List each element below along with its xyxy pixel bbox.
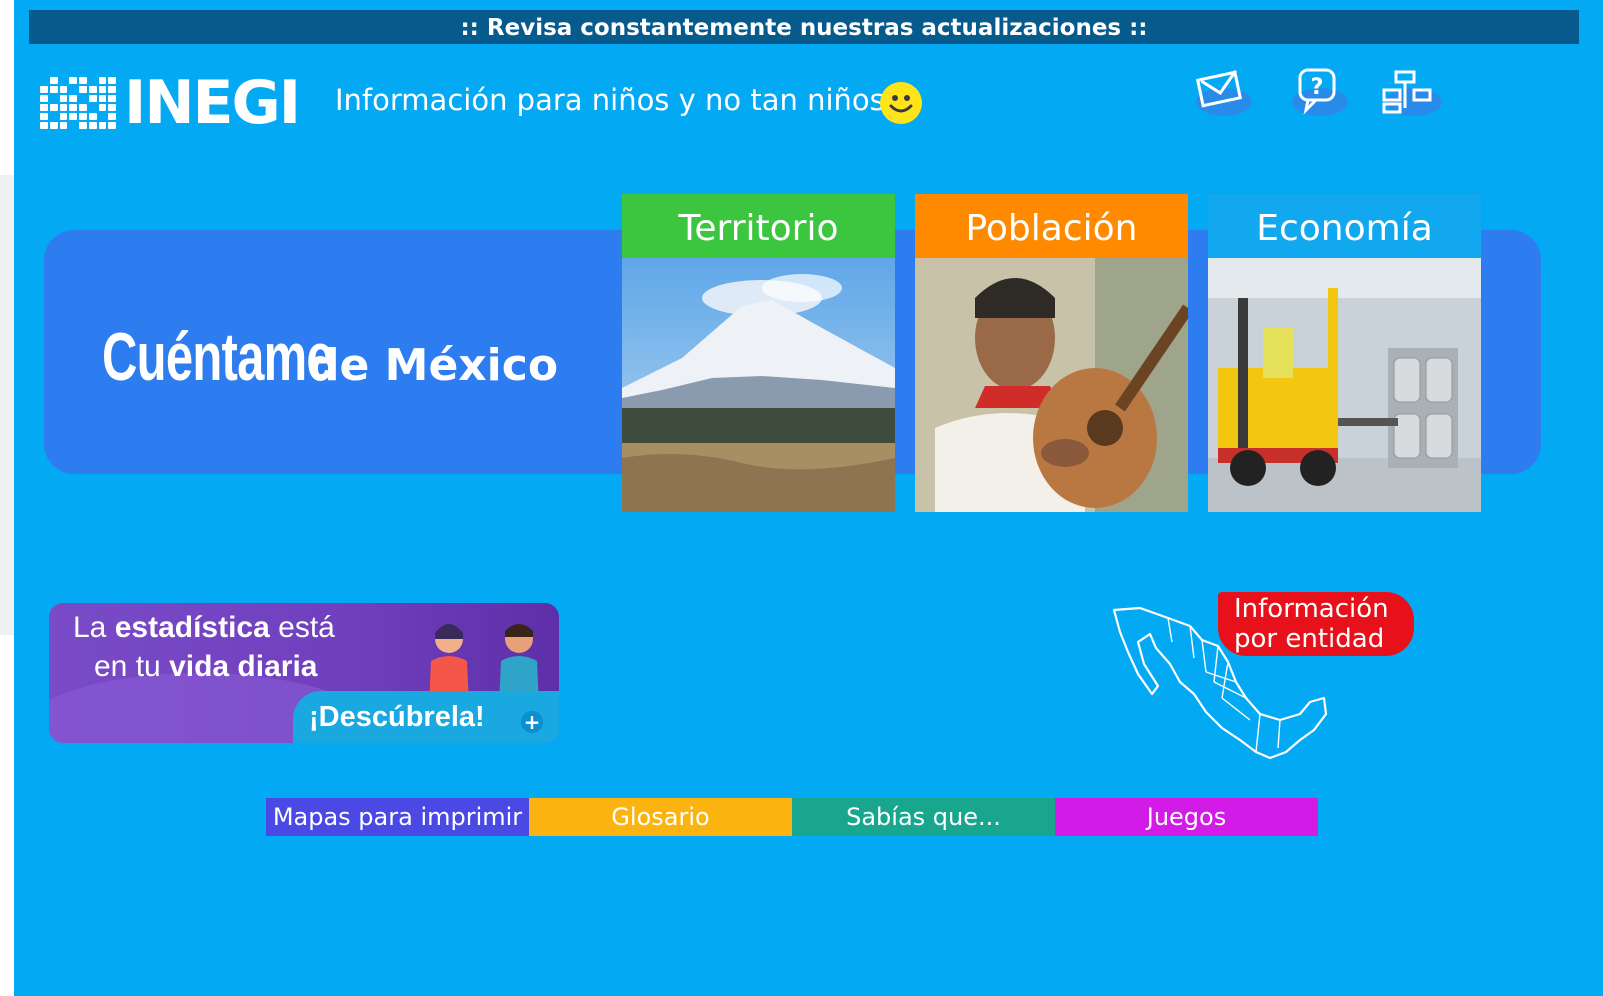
- nav-mapas-para-imprimir[interactable]: Mapas para imprimir: [266, 798, 529, 836]
- left-margin: [0, 0, 14, 996]
- bottom-nav: Mapas para imprimir Glosario Sabías que.…: [266, 798, 1318, 836]
- guitar-player-image: [915, 258, 1188, 512]
- descubrela-button[interactable]: ¡Descúbrela! +: [293, 691, 559, 743]
- descubrela-label: ¡Descúbrela!: [309, 701, 485, 733]
- cuentame-title[interactable]: Cuéntame de México: [102, 318, 558, 396]
- forklift-warehouse-image: [1208, 258, 1481, 512]
- sitemap-icon[interactable]: [1380, 66, 1444, 120]
- informacion-por-entidad[interactable]: Información por entidad: [1110, 592, 1430, 762]
- site-tagline: Información para niños y no tan niños: [335, 83, 885, 117]
- volcano-image: [622, 258, 895, 512]
- card-territorio-label: Territorio: [622, 194, 895, 258]
- smiley-icon: [880, 82, 922, 124]
- promo-line-1: La estadística está: [73, 611, 335, 644]
- inegi-logo-text: INEGI: [124, 68, 301, 138]
- nav-sabias-que[interactable]: Sabías que...: [792, 798, 1055, 836]
- help-icon[interactable]: ?: [1286, 66, 1350, 120]
- card-economia-label: Economía: [1208, 194, 1481, 258]
- estadistica-promo[interactable]: La estadística está en tu vida diaria ¡D…: [49, 603, 559, 743]
- plus-icon: +: [521, 711, 543, 733]
- cuentame-title-big: Cuéntame: [102, 319, 334, 395]
- inegi-logo-mark: [40, 77, 116, 129]
- card-poblacion-label: Población: [915, 194, 1188, 258]
- svg-text:?: ?: [1311, 75, 1324, 100]
- entidad-line-2: por entidad: [1234, 624, 1385, 654]
- card-poblacion[interactable]: Población: [915, 194, 1188, 512]
- card-economia[interactable]: Economía: [1208, 194, 1481, 512]
- announcement-text: :: Revisa constantemente nuestras actual…: [460, 15, 1148, 41]
- promo-line-2: en tu vida diaria: [94, 650, 318, 683]
- nav-glosario[interactable]: Glosario: [529, 798, 792, 836]
- inegi-logo[interactable]: INEGI: [40, 68, 301, 138]
- entidad-line-1: Información: [1234, 594, 1389, 624]
- announcement-bar: :: Revisa constantemente nuestras actual…: [29, 10, 1579, 44]
- card-territorio[interactable]: Territorio: [622, 194, 895, 512]
- nav-juegos[interactable]: Juegos: [1055, 798, 1318, 836]
- cuentame-title-small: de México: [308, 340, 559, 391]
- mail-icon[interactable]: [1190, 66, 1254, 120]
